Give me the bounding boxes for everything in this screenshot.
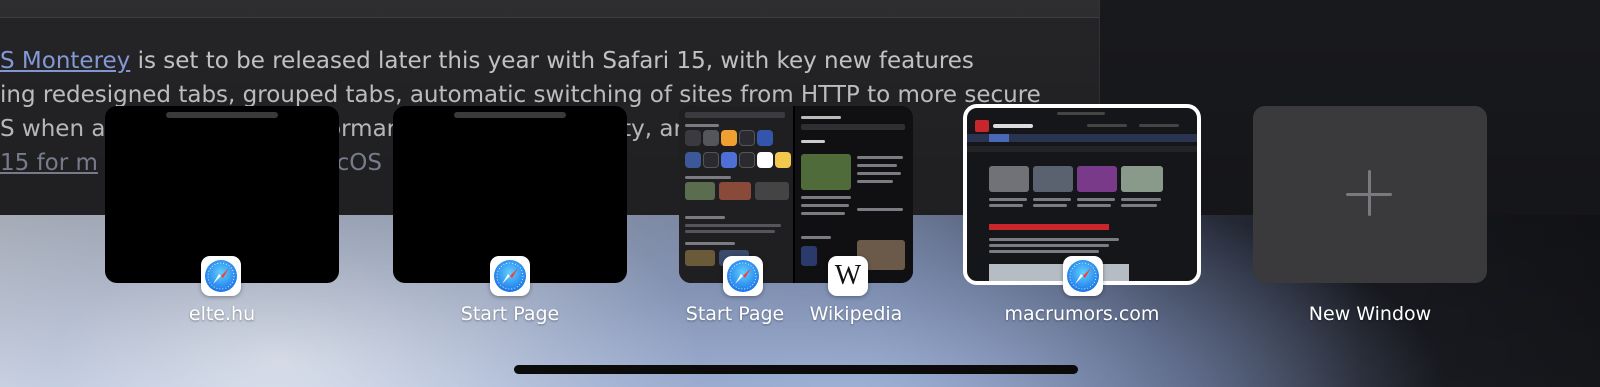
new-window-button[interactable]	[1253, 106, 1487, 283]
safari-icon	[723, 256, 763, 296]
window-label: Start Page	[685, 303, 785, 325]
window-grabber	[454, 112, 566, 118]
article-link-15[interactable]: 15 for m	[0, 150, 98, 176]
window-label: elte.hu	[188, 303, 256, 325]
article-line-1: is set to be released later this year wi…	[130, 48, 974, 74]
window-label: macrumors.com	[1004, 303, 1160, 325]
article-line-3c: ty, ar	[622, 116, 683, 142]
article-line-3a: S when av	[0, 116, 120, 142]
safari-icon	[201, 256, 241, 296]
article-link[interactable]: S Monterey	[0, 48, 130, 74]
browser-toolbar	[0, 0, 1099, 18]
safari-icon	[490, 256, 530, 296]
window-label: New Window	[1308, 303, 1432, 325]
window-grabber	[166, 112, 278, 118]
plus-icon	[1368, 170, 1371, 216]
wikipedia-icon: W	[828, 256, 868, 296]
window-label: Wikipedia	[809, 303, 903, 325]
window-card-split-view[interactable]	[679, 106, 913, 283]
home-indicator[interactable]	[514, 365, 1078, 374]
safari-icon	[1063, 256, 1103, 296]
window-label: Start Page	[460, 303, 560, 325]
